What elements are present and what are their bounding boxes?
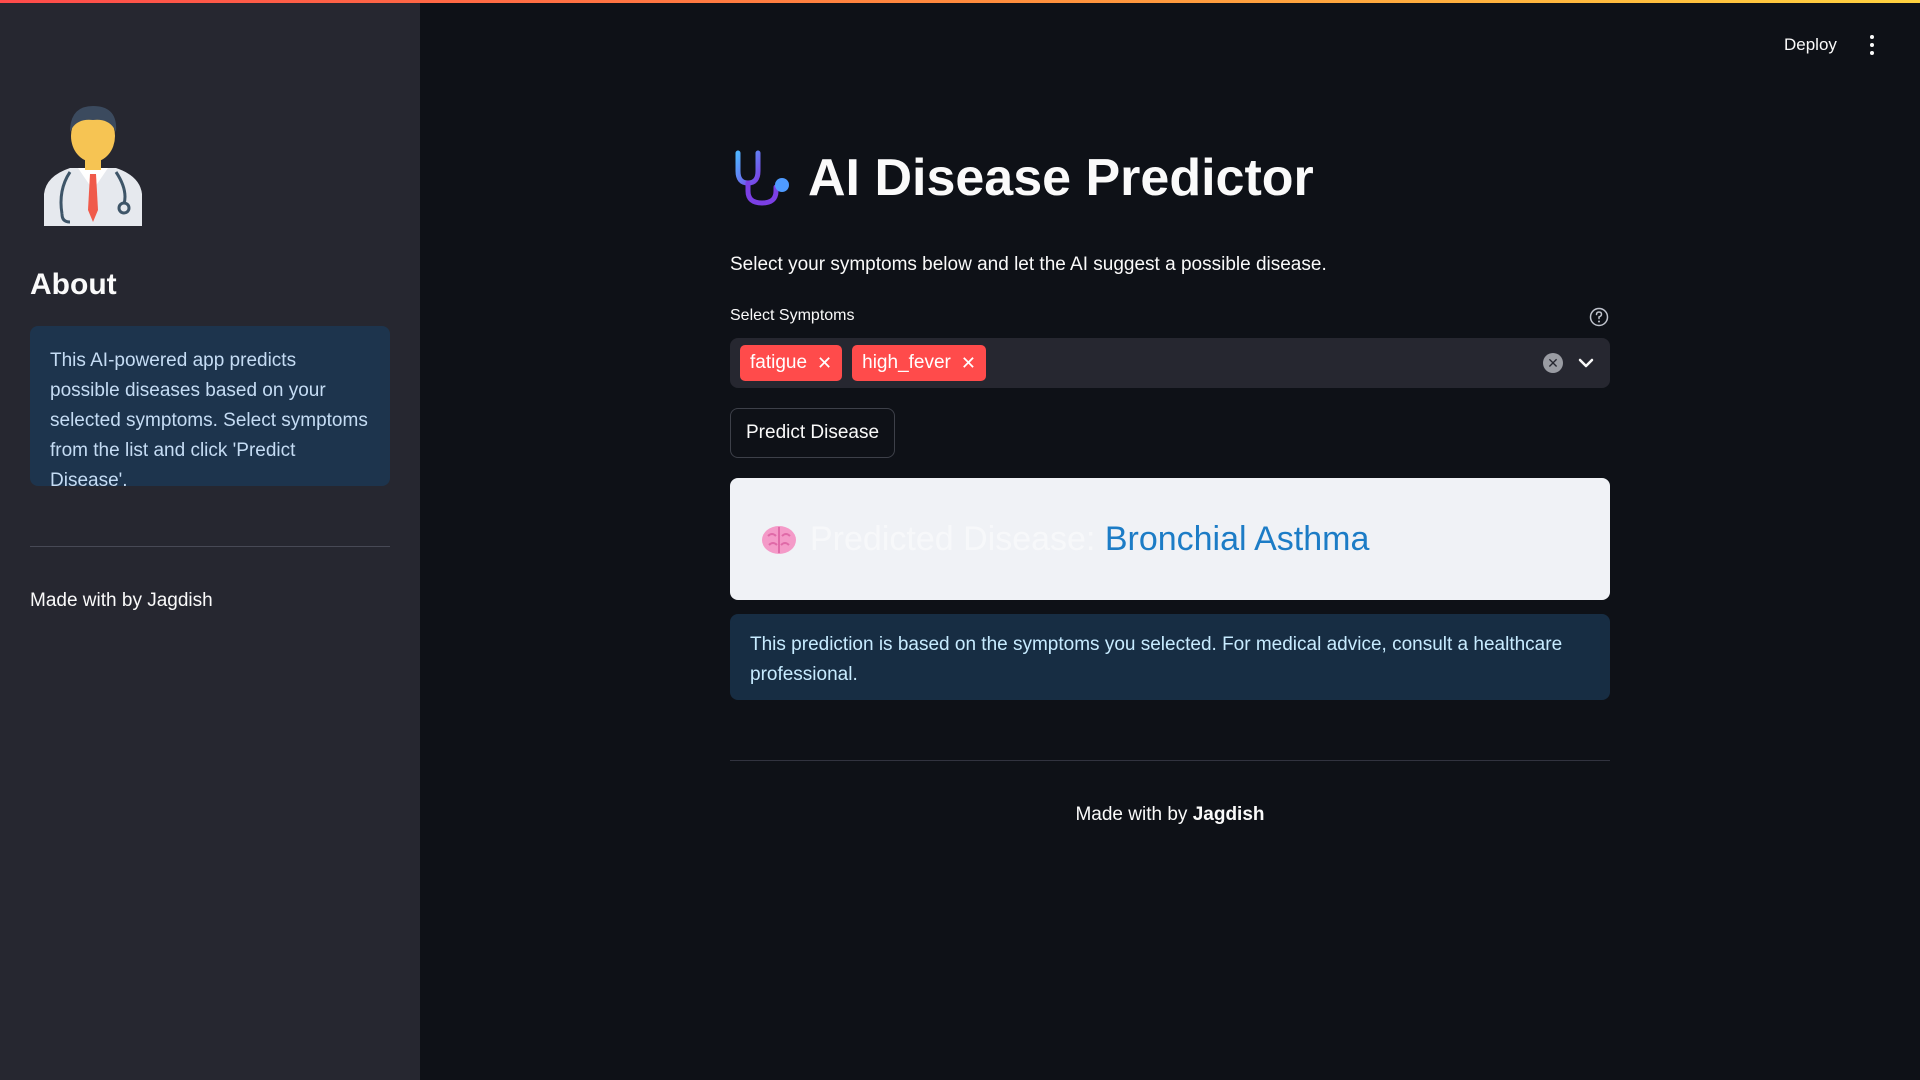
deploy-button[interactable]: Deploy (1770, 30, 1851, 60)
clear-all-icon[interactable]: ✕ (1543, 353, 1563, 373)
remove-tag-icon[interactable]: ✕ (961, 353, 976, 374)
remove-tag-icon[interactable]: ✕ (817, 353, 832, 374)
predict-disease-button[interactable]: Predict Disease (730, 408, 896, 458)
info-box: This prediction is based on the symptoms… (730, 614, 1610, 700)
result-card: Predicted Disease: Bronchial Asthma (730, 478, 1610, 600)
doctor-avatar-icon (44, 106, 142, 226)
info-text: This prediction is based on the symptoms… (750, 634, 1563, 685)
top-gradient-bar (0, 0, 1920, 3)
kebab-menu-icon[interactable] (1860, 30, 1884, 60)
result-label: Predicted Disease: (810, 519, 1105, 558)
symptom-tag-label: fatigue (750, 352, 808, 373)
result-value: Bronchial Asthma (1104, 519, 1370, 558)
footer-author: Jagdish (1192, 804, 1265, 825)
symptoms-label: Select Symptoms (730, 307, 855, 324)
title-row: AI Disease Predictor (730, 146, 1314, 210)
symptoms-multiselect[interactable]: fatigue ✕ high_fever ✕ ✕ (730, 338, 1610, 388)
sidebar-footer: Made with by Jagdish (30, 590, 213, 611)
subtitle: Select your symptoms below and let the A… (730, 254, 1327, 275)
symptom-tag[interactable]: high_fever ✕ (852, 345, 986, 381)
chevron-down-icon[interactable] (1575, 352, 1597, 374)
about-heading: About (30, 268, 117, 301)
sidebar-divider (30, 546, 390, 547)
about-info-box: This AI-powered app predicts possible di… (30, 326, 390, 491)
stethoscope-icon (735, 150, 789, 206)
brain-icon (762, 526, 796, 554)
help-icon[interactable] (1589, 307, 1609, 327)
about-text: This AI-powered app predicts possible di… (50, 350, 368, 491)
symptom-tag-label: high_fever (862, 352, 951, 373)
sidebar: About This AI-powered app predicts possi… (0, 0, 420, 1080)
main-divider (730, 760, 1610, 761)
page-title: AI Disease Predictor (808, 149, 1314, 207)
main-footer: Made with by Jagdish (730, 804, 1610, 826)
symptom-tag[interactable]: fatigue ✕ (740, 345, 843, 381)
footer-prefix: Made with by (1075, 804, 1193, 825)
